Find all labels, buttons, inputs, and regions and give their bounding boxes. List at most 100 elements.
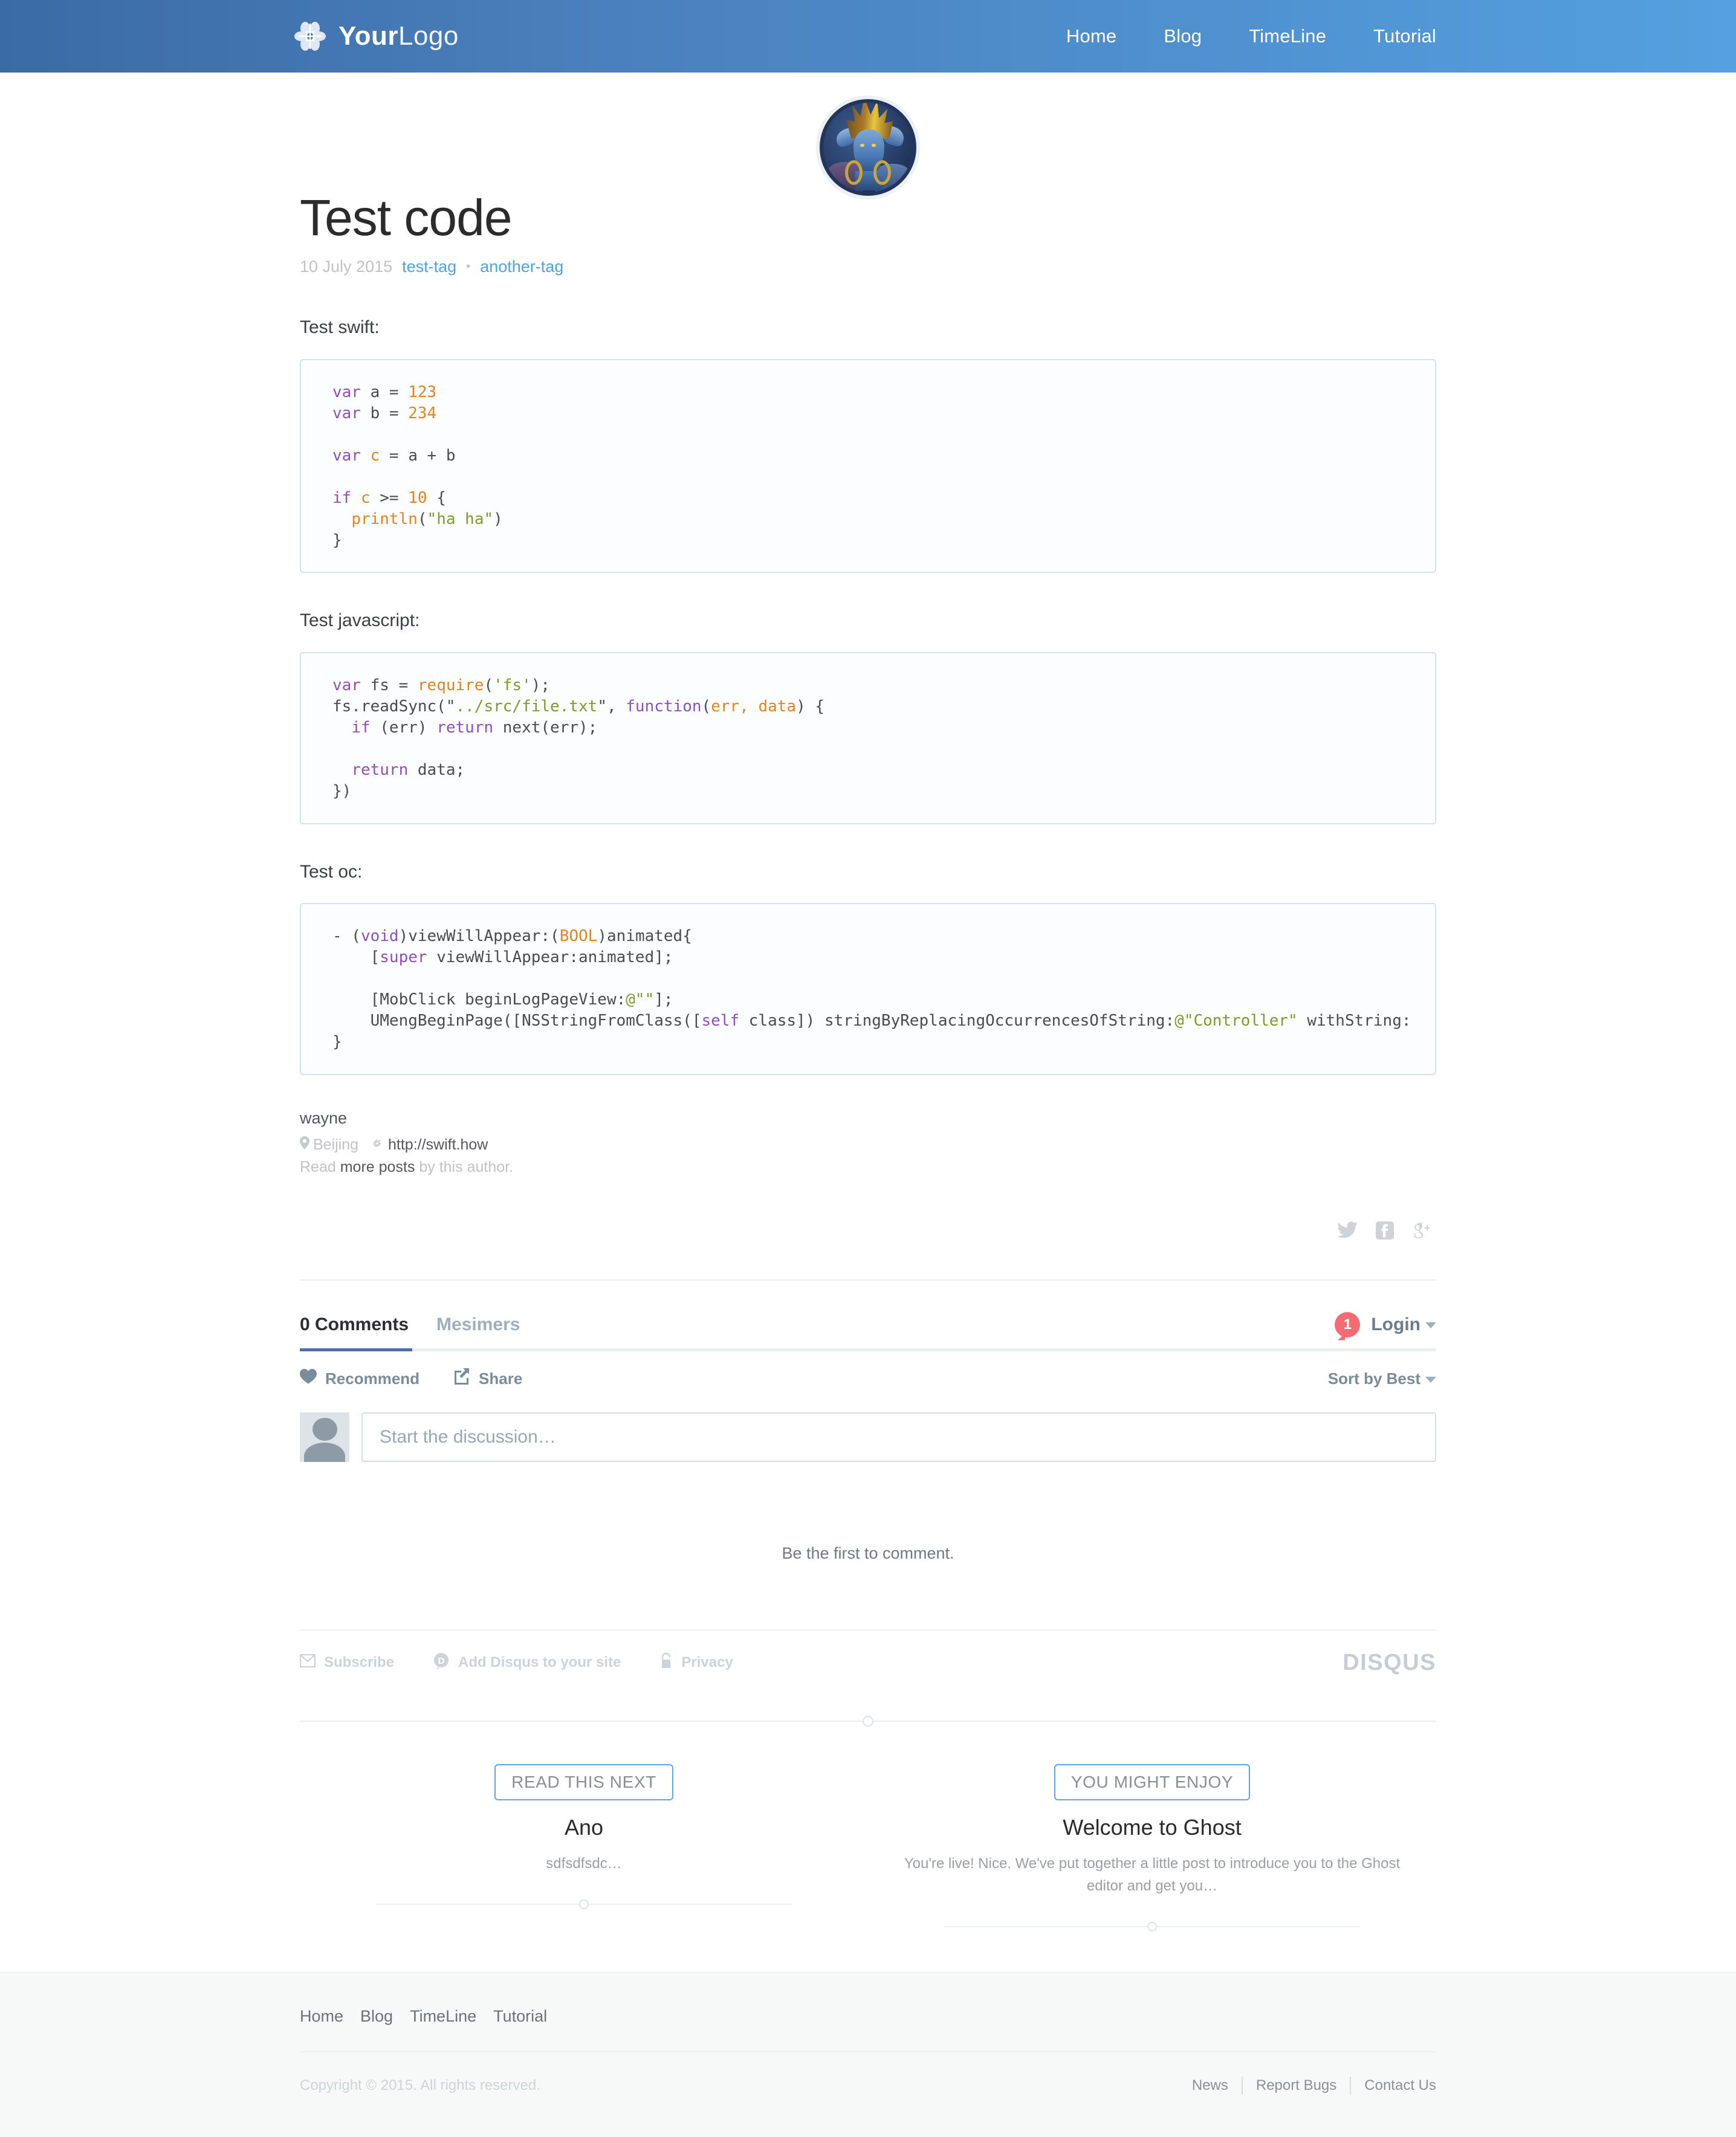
disqus-d-icon: D	[433, 1652, 450, 1673]
comment-compose-row: Start the discussion…	[300, 1412, 1436, 1462]
recommend-button[interactable]: Recommend	[300, 1369, 419, 1388]
footer-nav-home[interactable]: Home	[300, 2007, 343, 2026]
code-block-swift: var a = 123 var b = 234 var c = a + b if…	[300, 358, 1436, 574]
more-posts-link[interactable]: more posts	[340, 1159, 415, 1175]
post-tag-1[interactable]: test-tag	[402, 257, 456, 276]
location-pin-icon	[300, 1134, 309, 1157]
post-date: 10 July 2015	[300, 257, 393, 276]
comment-input[interactable]: Start the discussion…	[361, 1412, 1436, 1462]
you-might-enjoy-pill: YOU MIGHT ENJOY	[1054, 1764, 1251, 1800]
footer-link-report-bugs[interactable]: Report Bugs	[1243, 2077, 1350, 2094]
read-prefix: Read	[300, 1159, 336, 1176]
notification-badge[interactable]: 1	[1335, 1311, 1361, 1337]
disqus-footer-divider	[300, 1629, 1436, 1631]
related-excerpt-left: sdfsdfsdc…	[546, 1855, 622, 1872]
tag-separator-dot: •	[466, 260, 471, 274]
content-wrapper: Test code 10 July 2015 test-tag • anothe…	[299, 73, 1436, 1927]
brand-text: YourLogo	[338, 21, 459, 51]
share-icons	[300, 1221, 1436, 1240]
chevron-down-icon	[1425, 1322, 1436, 1328]
footer-bottom: Copyright © 2015. All rights reserved. N…	[300, 2076, 1436, 2095]
tab-comments[interactable]: 0 Comments	[300, 1314, 409, 1348]
svg-text:D: D	[438, 1656, 445, 1666]
footer-nav-blog[interactable]: Blog	[360, 2007, 393, 2026]
googleplus-icon[interactable]	[1412, 1221, 1431, 1240]
envelope-icon	[299, 1654, 316, 1672]
related-bottom-divider-left	[324, 1903, 844, 1905]
section-heading-swift: Test swift:	[300, 317, 380, 338]
code-content-swift: var a = 123 var b = 234 var c = a + b if…	[332, 383, 503, 550]
related-title-left[interactable]: Ano	[324, 1815, 844, 1840]
heart-icon	[300, 1369, 317, 1388]
disqus-footer: Subscribe D Add Disqus to your site Priv…	[299, 1649, 1436, 1676]
disqus-tabs: 0 Comments Mesimers 1 Login	[300, 1311, 1436, 1348]
footer-nav-tutorial[interactable]: Tutorial	[493, 2007, 547, 2026]
comment-placeholder: Start the discussion…	[380, 1426, 556, 1447]
read-this-next-pill: READ THIS NEXT	[494, 1764, 673, 1800]
nav-item-blog[interactable]: Blog	[1164, 25, 1202, 47]
privacy-link[interactable]: Privacy	[659, 1652, 733, 1673]
login-button[interactable]: Login	[1371, 1314, 1436, 1335]
brand-bold: Your	[338, 21, 398, 51]
brand-light: Logo	[398, 21, 459, 51]
site-header: YourLogo Home Blog TimeLine Tutorial	[0, 0, 1736, 73]
recommend-label: Recommend	[325, 1369, 420, 1388]
footer-link-news[interactable]: News	[1192, 2077, 1242, 2094]
subscribe-label: Subscribe	[324, 1654, 395, 1671]
login-label: Login	[1371, 1314, 1420, 1334]
tab-site[interactable]: Mesimers	[436, 1314, 520, 1348]
section-heading-oc: Test oc:	[300, 861, 363, 882]
author-avatar[interactable]	[816, 95, 920, 199]
facebook-icon[interactable]	[1376, 1221, 1394, 1240]
related-bottom-divider-right	[892, 1925, 1412, 1927]
author-location: Beijing	[313, 1136, 359, 1153]
page-root: YourLogo Home Blog TimeLine Tutorial Tes…	[0, 0, 1736, 2137]
sort-dropdown[interactable]: Sort by Best	[1328, 1369, 1436, 1388]
footer-navigation: Home Blog TimeLine Tutorial	[300, 2007, 1436, 2026]
author-website[interactable]: http://swift.how	[388, 1136, 488, 1153]
related-post-right[interactable]: YOU MIGHT ENJOY Welcome to Ghost You're …	[868, 1764, 1436, 1927]
section-heading-javascript: Test javascript:	[300, 610, 420, 631]
code-block-oc: - (void)viewWillAppear:(BOOL)animated{ […	[300, 903, 1436, 1075]
tab-underline	[300, 1348, 1436, 1351]
footer-links: News Report Bugs Contact Us	[1192, 2076, 1436, 2095]
related-post-left[interactable]: READ THIS NEXT Ano sdfsdfsdc…	[300, 1764, 868, 1927]
main-navigation: Home Blog TimeLine Tutorial	[1066, 25, 1442, 47]
disqus-actions: Recommend Share Sort by Best	[300, 1368, 1436, 1389]
related-top-divider	[300, 1720, 1436, 1722]
disqus-comments: 0 Comments Mesimers 1 Login Recommend Sh…	[299, 1311, 1436, 1676]
author-location-line: Beijing http://swift.how	[300, 1134, 1436, 1157]
copyright-text: Copyright © 2015. All rights reserved.	[300, 2077, 540, 2093]
author-more-posts-line: Read more posts by this author.	[300, 1156, 1436, 1179]
add-disqus-label: Add Disqus to your site	[458, 1654, 621, 1671]
footer-link-contact-us[interactable]: Contact Us	[1351, 2077, 1436, 2094]
guest-avatar	[300, 1412, 349, 1462]
code-block-javascript: var fs = require('fs'); fs.readSync("../…	[300, 651, 1436, 824]
post-divider	[300, 1279, 1436, 1281]
nav-item-home[interactable]: Home	[1066, 25, 1117, 47]
code-content-javascript: var fs = require('fs'); fs.readSync("../…	[332, 676, 825, 801]
share-button[interactable]: Share	[453, 1368, 522, 1389]
author-block: wayne Beijing http://swift.how Read more…	[300, 1109, 1436, 1179]
read-suffix: by this author.	[419, 1159, 513, 1176]
twitter-icon[interactable]	[1337, 1221, 1358, 1240]
privacy-label: Privacy	[681, 1654, 733, 1671]
brand-logo[interactable]: YourLogo	[294, 20, 459, 53]
footer-nav-timeline[interactable]: TimeLine	[410, 2007, 476, 2026]
chevron-down-icon-sort	[1425, 1376, 1436, 1383]
post-tag-2[interactable]: another-tag	[480, 257, 563, 276]
clover-logo-icon	[294, 20, 326, 53]
site-footer: Home Blog TimeLine Tutorial Copyright © …	[0, 1971, 1736, 2137]
sort-label: Sort by Best	[1327, 1369, 1420, 1388]
footer-divider	[300, 2051, 1436, 2052]
subscribe-link[interactable]: Subscribe	[299, 1654, 395, 1672]
lock-icon	[659, 1652, 673, 1673]
nav-item-timeline[interactable]: TimeLine	[1249, 25, 1326, 47]
related-excerpt-right: You're live! Nice. We've put together a …	[904, 1855, 1401, 1894]
empty-comments-message: Be the first to comment.	[782, 1544, 954, 1562]
post-body: Test swift: var a = 123 var b = 234 var …	[300, 314, 1436, 1075]
nav-item-tutorial[interactable]: Tutorial	[1373, 25, 1436, 47]
related-title-right[interactable]: Welcome to Ghost	[892, 1815, 1412, 1840]
disqus-logo: DISQUS	[1342, 1649, 1436, 1675]
add-disqus-link[interactable]: D Add Disqus to your site	[433, 1652, 621, 1673]
